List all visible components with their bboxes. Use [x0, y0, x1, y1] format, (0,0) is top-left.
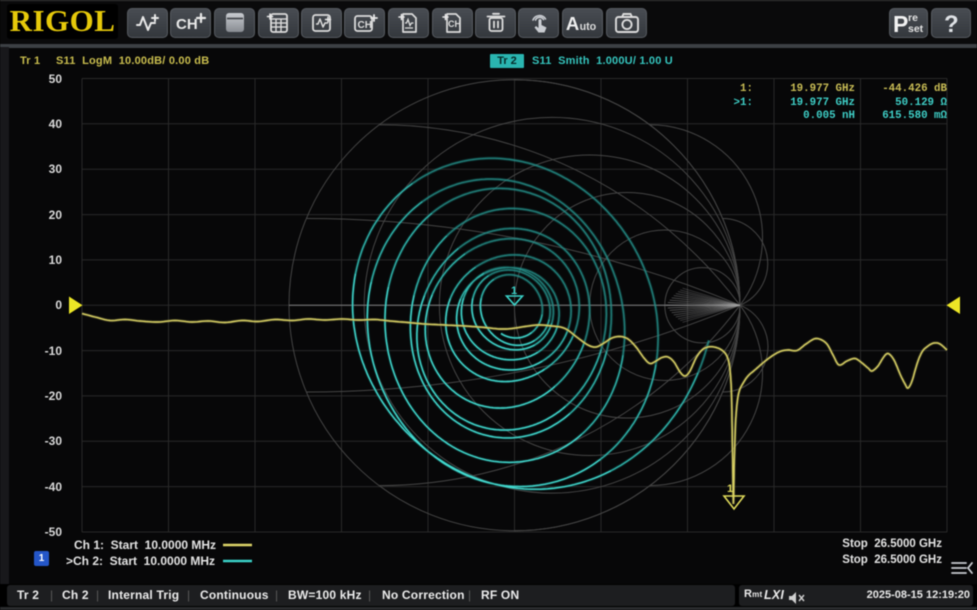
svg-text:1: 1 — [727, 483, 733, 495]
svg-text:1: 1 — [511, 285, 517, 297]
